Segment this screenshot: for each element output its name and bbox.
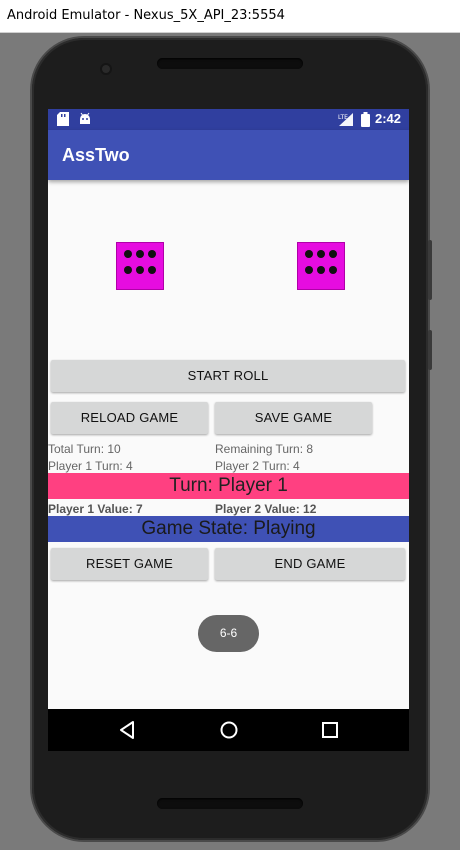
- die-pip: [317, 266, 325, 274]
- reload-game-button[interactable]: RELOAD GAME: [51, 402, 208, 434]
- volume-button[interactable]: [428, 240, 432, 300]
- power-button[interactable]: [428, 330, 432, 370]
- svg-text:LTE: LTE: [338, 114, 348, 121]
- toast-message: 6-6: [198, 615, 259, 652]
- status-time: 2:42: [374, 111, 401, 126]
- player2-turn-label: Player 2 Turn: 4: [215, 459, 300, 473]
- die-pip: [136, 266, 144, 274]
- top-speaker: [157, 58, 303, 69]
- start-roll-button[interactable]: START ROLL: [51, 360, 405, 392]
- front-camera: [102, 65, 110, 73]
- navigation-bar: [48, 709, 409, 751]
- die-pip: [148, 266, 156, 274]
- player1-value-label: Player 1 Value: 7: [48, 502, 143, 516]
- android-icon: [78, 112, 92, 131]
- die-pip: [136, 250, 144, 258]
- reset-game-button[interactable]: RESET GAME: [51, 548, 208, 580]
- sd-card-icon: [57, 112, 69, 131]
- recents-icon[interactable]: [319, 719, 341, 741]
- end-game-button[interactable]: END GAME: [215, 548, 405, 580]
- app-bar: AssTwo: [48, 130, 409, 180]
- die-pip: [317, 250, 325, 258]
- die-one[interactable]: [116, 242, 164, 290]
- remaining-turn-label: Remaining Turn: 8: [215, 442, 314, 456]
- game-state-banner: Game State: Playing: [48, 516, 409, 542]
- die-pip: [329, 250, 337, 258]
- die-pip: [124, 250, 132, 258]
- back-icon[interactable]: [116, 719, 138, 741]
- device-screen: LTE 2:42 AssTwo START ROLL RELOAD GAME S…: [48, 109, 409, 751]
- die-pip: [148, 250, 156, 258]
- window-title: Android Emulator - Nexus_5X_API_23:5554: [7, 8, 285, 23]
- die-pip: [124, 266, 132, 274]
- bottom-speaker: [157, 798, 303, 809]
- home-icon[interactable]: [218, 719, 240, 741]
- status-bar: LTE 2:42: [48, 109, 409, 130]
- player1-turn-label: Player 1 Turn: 4: [48, 459, 133, 473]
- turn-banner: Turn: Player 1: [48, 473, 409, 499]
- die-pip: [329, 266, 337, 274]
- save-game-button[interactable]: SAVE GAME: [215, 402, 372, 434]
- die-pip: [305, 250, 313, 258]
- player2-value-label: Player 2 Value: 12: [215, 502, 317, 516]
- app-title: AssTwo: [62, 145, 130, 165]
- total-turn-label: Total Turn: 10: [48, 442, 121, 456]
- die-two[interactable]: [297, 242, 345, 290]
- die-pip: [305, 266, 313, 274]
- emulator-title-bar: Android Emulator - Nexus_5X_API_23:5554: [0, 0, 460, 33]
- lte-signal-icon: LTE: [338, 112, 354, 132]
- battery-icon: [361, 112, 370, 132]
